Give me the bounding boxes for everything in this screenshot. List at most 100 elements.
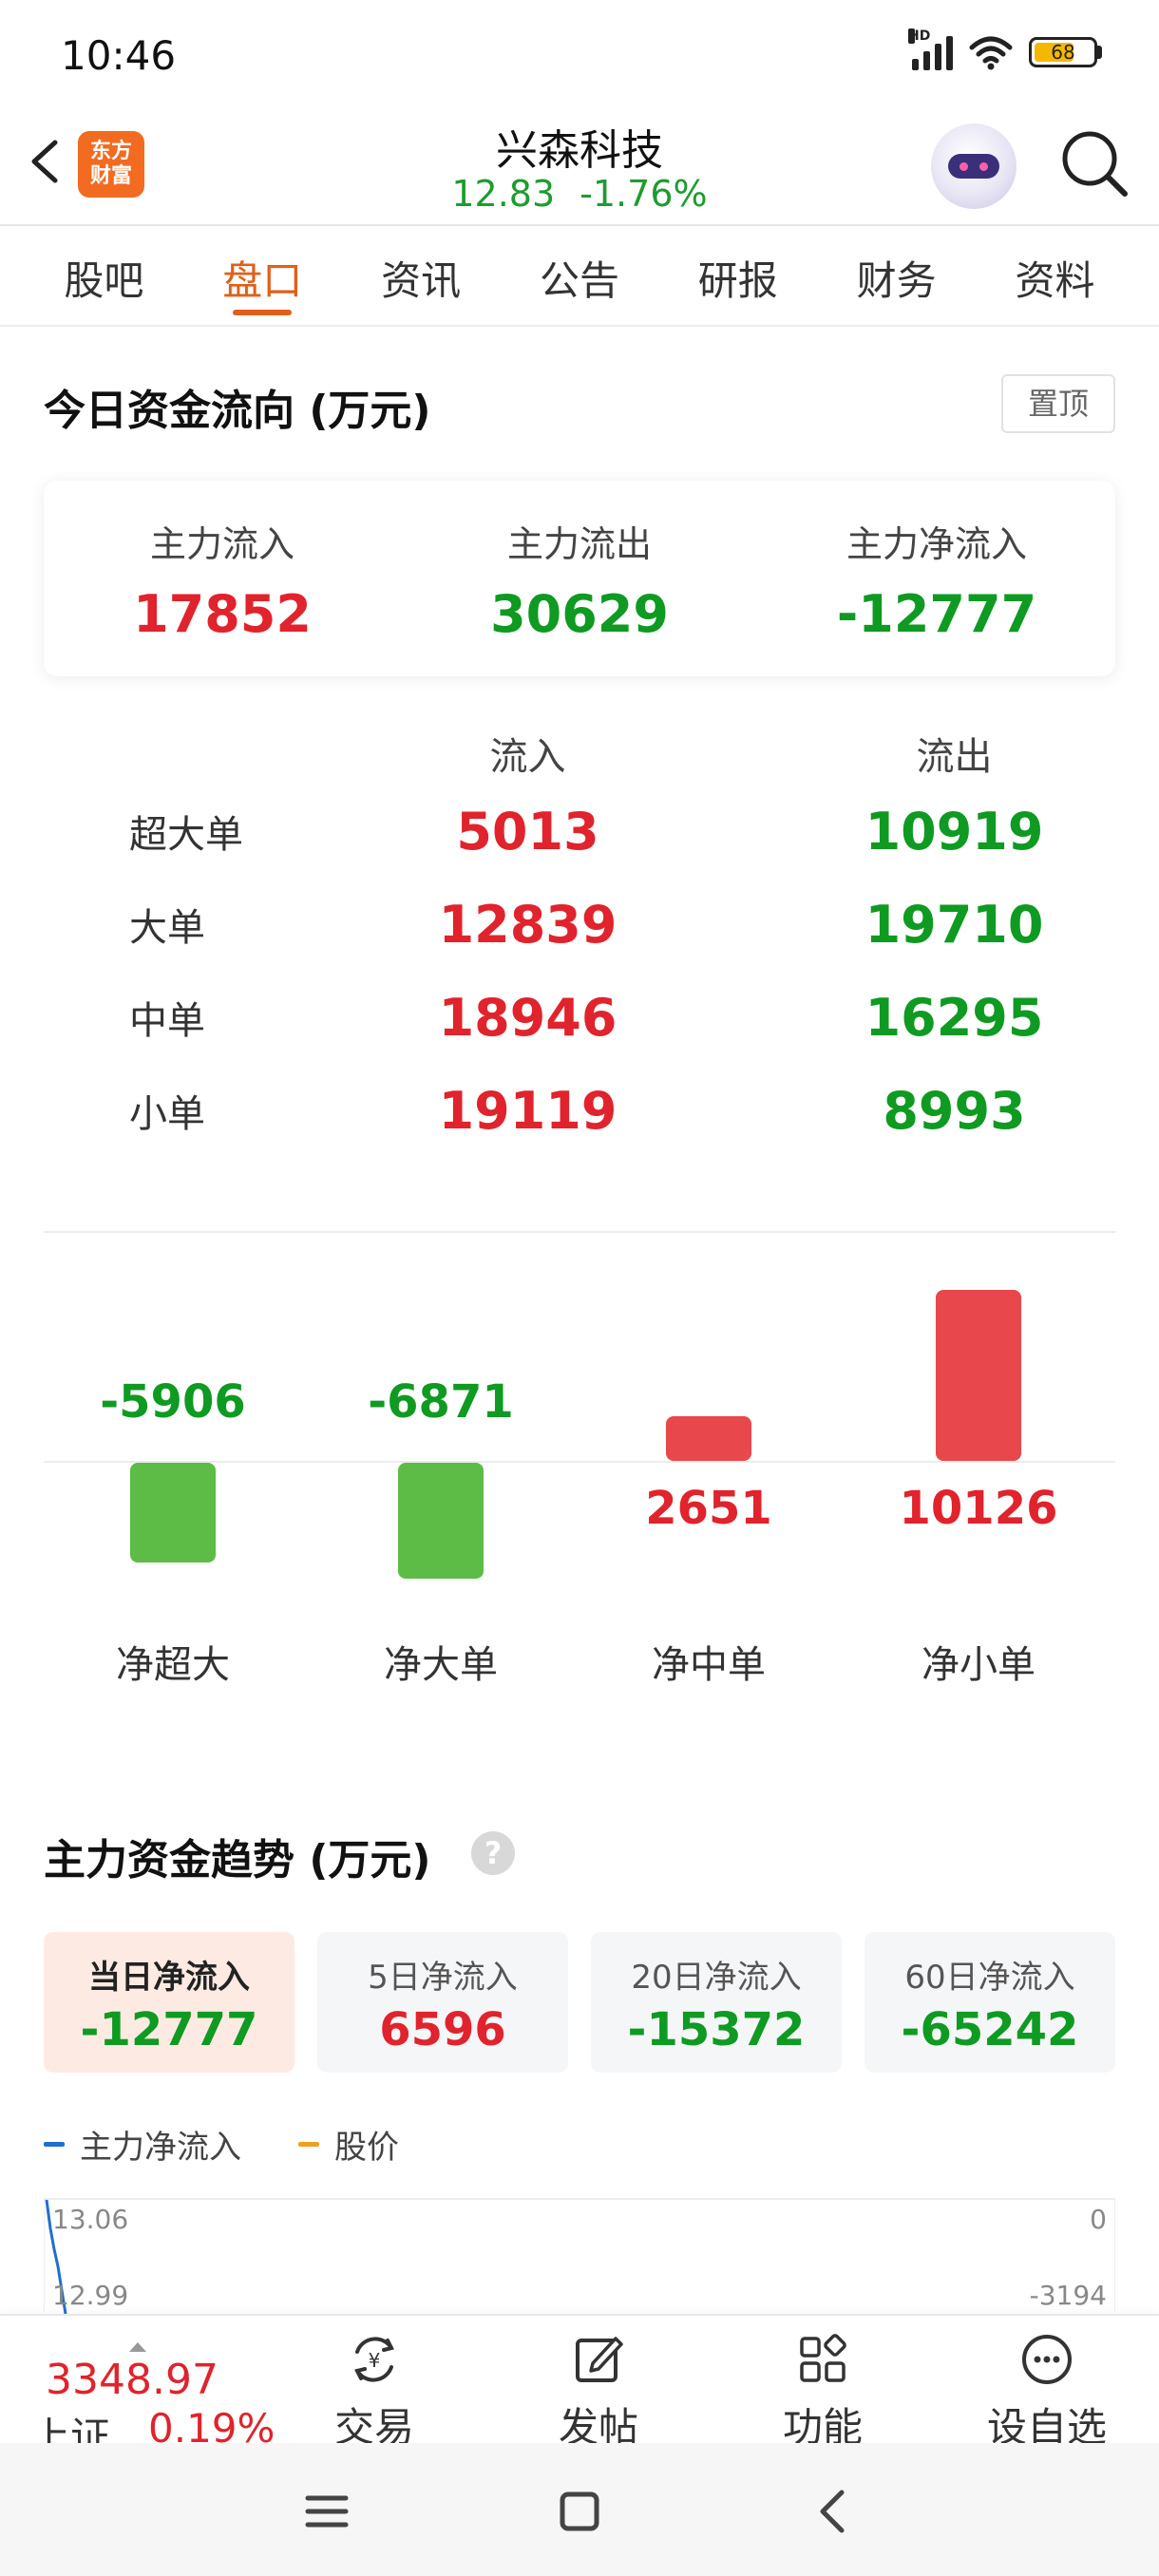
table-row: 大单 12839 19710	[44, 878, 1115, 971]
main-outflow-value: 30629	[490, 584, 669, 644]
nav-function[interactable]: 功能	[747, 2327, 899, 2451]
tab-announcements[interactable]: 公告	[508, 228, 651, 325]
legend-price: 股价	[298, 2121, 399, 2168]
nav-trade[interactable]: ¥ 交易	[298, 2327, 450, 2451]
tab-news[interactable]: 资讯	[350, 228, 492, 325]
period-label: 20日净流入	[631, 1959, 802, 1997]
bar-category-label: 净中单	[652, 1643, 766, 1687]
function-icon	[800, 2334, 846, 2382]
signal-icon: HD	[908, 28, 953, 70]
net-flow-bar-chart: -5906 净超大 -6871 净大单 2651 净中单 10126 净小单	[44, 1254, 1115, 1691]
right-tick: 0	[1090, 2204, 1107, 2235]
column-inflow: 流入	[489, 735, 566, 779]
main-inflow-label: 主力流入	[149, 523, 294, 565]
tab-research[interactable]: 研报	[667, 228, 809, 325]
caret-up-icon	[129, 2342, 146, 2352]
index-ticker[interactable]: 3348.97 上证 0.19%	[30, 2333, 287, 2460]
period-20d[interactable]: 20日净流入 -15372	[591, 1932, 842, 2073]
left-tick: 13.06	[52, 2204, 129, 2235]
question-icon[interactable]: ?	[471, 1831, 515, 1875]
tab-pankou[interactable]: 盘口	[191, 228, 333, 325]
period-today[interactable]: 当日净流入 -12777	[44, 1932, 294, 2073]
trend-legend: 主力净流入 股价	[44, 2120, 399, 2168]
divider	[44, 1231, 1115, 1233]
stock-tabs: 股吧 盘口 资讯 公告 研报 财务 资料	[0, 228, 1159, 327]
legend-label: 股价	[334, 2128, 399, 2167]
post-icon	[576, 2337, 623, 2382]
period-60d[interactable]: 60日净流入 -65242	[864, 1932, 1115, 2073]
trend-title: 主力资金趋势 (万元)	[44, 1836, 431, 1885]
table-header: 流入 流出	[44, 722, 1115, 785]
period-selector: 当日净流入 -12777 5日净流入 6596 20日净流入 -15372 60…	[44, 1932, 1115, 2073]
main-net-inflow-label: 主力净流入	[846, 523, 1027, 565]
battery-icon: 68	[1029, 37, 1102, 67]
inflow-value: 19119	[438, 1080, 618, 1141]
inflow-value: 18946	[438, 987, 618, 1048]
legend-swatch	[44, 2141, 65, 2147]
bar-category-label: 净超大	[116, 1643, 230, 1687]
period-label: 60日净流入	[904, 1959, 1075, 1997]
bar-4	[936, 1290, 1021, 1461]
system-navigation-bar	[0, 2443, 1159, 2576]
status-time: 10:46	[61, 32, 177, 79]
main-net-inflow: 主力净流入 -12777	[758, 481, 1115, 676]
bar-value-label: 10126	[899, 1482, 1058, 1535]
bar-category-label: 净大单	[384, 1643, 498, 1687]
main-inflow: 主力流入 17852	[44, 481, 401, 676]
bottom-toolbar: 3348.97 上证 0.19% ¥ 交易 发帖 功能 设自选	[0, 2314, 1159, 2460]
legend-label: 主力净流入	[80, 2128, 241, 2167]
bar-2	[398, 1463, 484, 1580]
home-icon[interactable]	[549, 2481, 610, 2542]
bar-value-label: -5906	[100, 1375, 246, 1429]
period-value: 6596	[379, 2003, 506, 2056]
battery-level: 68	[1051, 41, 1075, 64]
main-outflow-label: 主力流出	[506, 523, 652, 565]
tab-finance[interactable]: 财务	[826, 228, 968, 325]
outflow-value: 10919	[864, 801, 1044, 862]
wifi-icon	[969, 36, 1013, 70]
period-label: 当日净流入	[88, 1959, 250, 1997]
period-label: 5日净流入	[368, 1959, 518, 1997]
nav-add-watchlist[interactable]: 设自选	[971, 2327, 1123, 2451]
stock-header: 东方 财富 兴森科技 12.83 -1.76%	[0, 112, 1159, 226]
period-value: -65242	[901, 2003, 1079, 2056]
trend-chart: 13.06 12.99 0 -3194	[44, 2198, 1115, 2314]
index-price: 3348.97	[46, 2356, 218, 2404]
trade-icon: ¥	[354, 2337, 394, 2382]
main-net-inflow-value: -12777	[836, 584, 1037, 644]
stock-change-pct: -1.76%	[580, 173, 708, 215]
inflow-value: 5013	[456, 801, 599, 862]
main-flow-summary-card: 主力流入 17852 主力流出 30629 主力净流入 -12777	[44, 481, 1115, 676]
tab-profile[interactable]: 资料	[983, 228, 1126, 325]
period-value: -12777	[80, 2003, 258, 2056]
outflow-value: 19710	[864, 894, 1044, 955]
period-value: -15372	[627, 2003, 806, 2056]
network-label: HD	[908, 28, 931, 44]
main-outflow: 主力流出 30629	[401, 481, 758, 676]
stock-price: 12.83	[451, 173, 556, 215]
trend-line	[45, 2200, 67, 2314]
legend-net-inflow: 主力净流入	[44, 2121, 241, 2168]
bar-category-label: 净小单	[922, 1643, 1036, 1687]
robot-face-icon	[948, 154, 999, 179]
more-icon	[1022, 2335, 1072, 2384]
legend-swatch	[298, 2141, 319, 2147]
nav-post[interactable]: 发帖	[522, 2327, 674, 2451]
period-5d[interactable]: 5日净流入 6596	[317, 1932, 568, 2073]
svg-text:¥: ¥	[369, 2349, 381, 2372]
ai-assistant-avatar[interactable]	[931, 123, 1016, 209]
table-row: 超大单 5013 10919	[44, 785, 1115, 878]
main-inflow-value: 17852	[133, 584, 312, 644]
menu-icon[interactable]	[296, 2481, 357, 2542]
system-back-icon[interactable]	[804, 2481, 864, 2542]
bar-3	[666, 1415, 751, 1461]
column-outflow: 流出	[916, 735, 993, 779]
tab-guba[interactable]: 股吧	[32, 228, 175, 325]
pin-top-button[interactable]: 置顶	[1001, 374, 1115, 433]
inflow-value: 12839	[438, 894, 618, 955]
search-icon[interactable]	[1056, 125, 1132, 201]
outflow-value: 8993	[883, 1080, 1026, 1141]
left-tick: 12.99	[52, 2280, 129, 2311]
table-row: 中单 18946 16295	[44, 971, 1115, 1064]
bar-value-label: 2651	[645, 1482, 772, 1535]
